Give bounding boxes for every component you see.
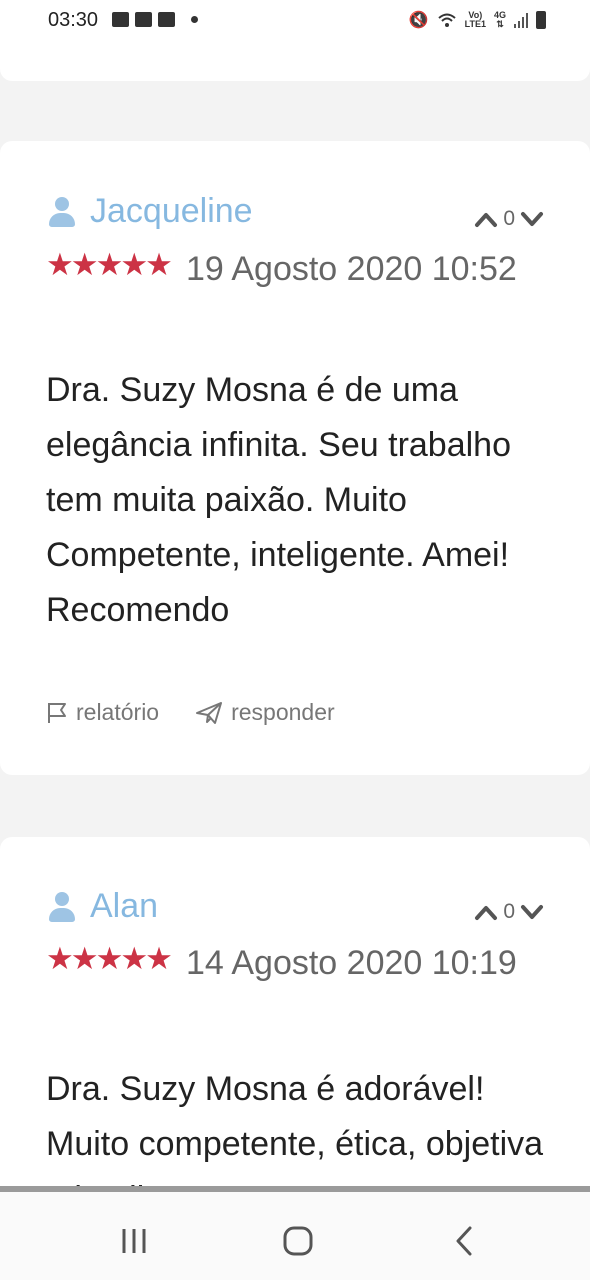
mute-icon: 🔇 xyxy=(408,12,429,29)
recents-button[interactable] xyxy=(104,1216,164,1266)
review-date: 14 Agosto 2020 10:19 xyxy=(185,944,517,983)
chevron-up-icon[interactable] xyxy=(474,903,498,921)
chevron-up-icon[interactable] xyxy=(474,210,498,228)
gallery-icon xyxy=(112,12,129,27)
home-button[interactable] xyxy=(268,1216,328,1266)
status-time: 03:30 xyxy=(48,9,99,31)
network-type: 4G ⇅ xyxy=(494,11,506,29)
app-notification-icon xyxy=(158,12,175,27)
signal-icon xyxy=(514,12,528,28)
reply-link[interactable]: responder xyxy=(195,699,335,726)
more-notifications-icon xyxy=(191,16,198,23)
system-icons: 🔇 Vo) LTE1 4G ⇅ xyxy=(409,10,546,30)
review-card: Jacqueline 0 ★★★★★ 19 Agosto 2020 10:52 D… xyxy=(0,141,590,775)
navigation-bar xyxy=(0,1186,590,1280)
chevron-down-icon[interactable] xyxy=(520,210,544,228)
volte-indicator: Vo) LTE1 xyxy=(465,11,486,29)
vote-count: 0 xyxy=(503,207,515,230)
star-rating: ★★★★★ xyxy=(46,941,173,977)
review-meta: ★★★★★ 14 Agosto 2020 10:19 xyxy=(46,934,526,990)
user-icon xyxy=(48,196,76,228)
review-text: Dra. Suzy Mosna é de uma elegância infin… xyxy=(46,371,511,629)
battery-icon xyxy=(536,11,546,29)
back-button[interactable] xyxy=(434,1216,494,1266)
review-date: 19 Agosto 2020 10:52 xyxy=(185,250,517,289)
paper-plane-icon xyxy=(196,701,223,724)
chevron-down-icon[interactable] xyxy=(520,903,544,921)
star-rating: ★★★★★ xyxy=(46,247,173,283)
author-name[interactable]: Alan xyxy=(90,887,158,926)
recents-icon xyxy=(122,1229,146,1253)
vote-count: 0 xyxy=(503,900,515,923)
user-icon xyxy=(48,891,76,923)
review-author[interactable]: Alan xyxy=(48,887,158,926)
vote-controls: 0 xyxy=(474,207,544,231)
review-meta: ★★★★★ 19 Agosto 2020 10:52 xyxy=(46,240,526,296)
mail-icon xyxy=(135,12,152,27)
report-link[interactable]: relatório xyxy=(46,699,159,726)
previous-card-bottom xyxy=(0,44,590,81)
notification-icons xyxy=(112,12,198,27)
wifi-icon xyxy=(437,13,456,27)
review-card: Alan 0 ★★★★★ 14 Agosto 2020 10:19 Dra. Su… xyxy=(0,837,590,1237)
author-name[interactable]: Jacqueline xyxy=(90,192,253,231)
flag-icon xyxy=(48,702,66,723)
reply-label[interactable]: responder xyxy=(231,699,335,726)
vote-controls: 0 xyxy=(474,900,544,924)
review-author[interactable]: Jacqueline xyxy=(48,192,253,231)
status-bar: 03:30 🔇 Vo) LTE1 4G ⇅ xyxy=(0,0,590,44)
volte-bottom-label: LTE1 xyxy=(464,19,486,29)
data-arrows-icon: ⇅ xyxy=(496,19,504,29)
report-label[interactable]: relatório xyxy=(76,699,159,726)
back-icon xyxy=(456,1226,472,1256)
review-actions: relatório responder xyxy=(46,699,371,726)
home-icon xyxy=(283,1226,313,1256)
